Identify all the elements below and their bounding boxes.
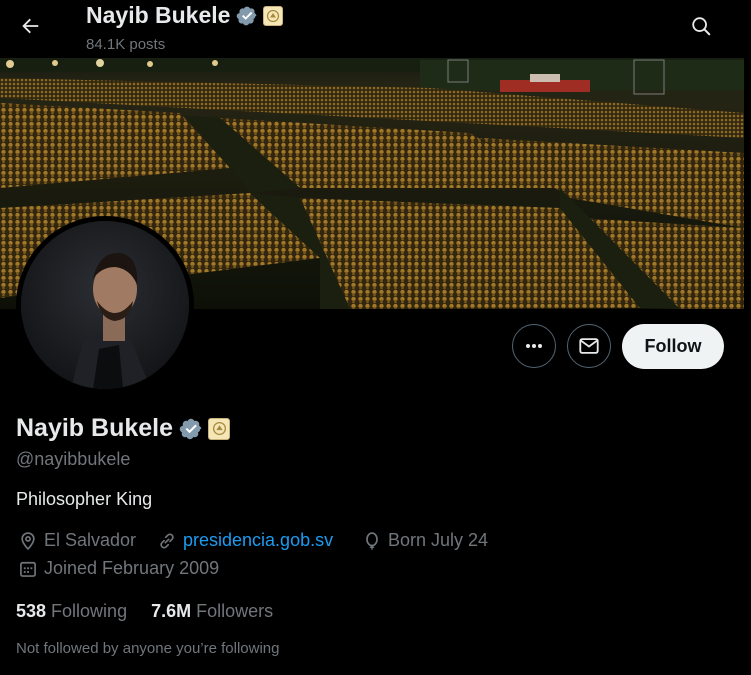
top-bar: Nayib Bukele 84.1K posts xyxy=(0,0,751,58)
back-arrow-icon xyxy=(22,18,39,34)
search-icon xyxy=(692,17,711,36)
header-title-row: Nayib Bukele xyxy=(86,2,284,29)
following-link[interactable]: 538 Following xyxy=(16,601,127,622)
profile-website: presidencia.gob.sv xyxy=(157,530,333,551)
search-button[interactable] xyxy=(684,9,718,43)
profile-bio: Philosopher King xyxy=(16,489,153,509)
avatar[interactable] xyxy=(21,221,189,389)
followers-count: 7.6M xyxy=(151,601,192,621)
following-label: Following xyxy=(51,601,128,621)
profile-birthday: Born July 24 xyxy=(362,530,488,551)
follow-button[interactable]: Follow xyxy=(622,324,724,369)
profile-joined: Joined February 2009 xyxy=(18,558,219,579)
profile-name-row: Nayib Bukele xyxy=(16,414,231,443)
link-icon xyxy=(160,532,174,549)
header-posts-count: 84.1K posts xyxy=(86,36,166,53)
more-button[interactable] xyxy=(512,324,556,368)
back-button[interactable] xyxy=(12,8,48,44)
verified-badge-icon[interactable] xyxy=(179,417,203,441)
message-button[interactable] xyxy=(567,324,611,368)
profile-stats: 538 Following 7.6M Followers xyxy=(16,601,297,622)
balloon-icon xyxy=(366,531,378,550)
message-icon xyxy=(579,338,599,354)
not-followed-note: Not followed by anyone you’re following xyxy=(16,640,280,657)
profile-name: Nayib Bukele xyxy=(16,414,174,442)
verified-badge-icon[interactable] xyxy=(236,5,258,27)
more-icon xyxy=(526,344,542,348)
profile-handle: @nayibbukele xyxy=(16,449,131,469)
location-icon xyxy=(21,531,35,550)
header-title: Nayib Bukele xyxy=(86,2,231,28)
profile-location: El Salvador xyxy=(18,530,136,551)
location-text: El Salvador xyxy=(44,530,137,550)
website-link[interactable]: presidencia.gob.sv xyxy=(183,530,333,551)
followers-link[interactable]: 7.6M Followers xyxy=(151,601,273,622)
affiliate-badge-icon[interactable] xyxy=(263,5,284,26)
joined-text: Joined February 2009 xyxy=(44,558,220,578)
affiliate-badge-icon[interactable] xyxy=(208,417,231,440)
followers-label: Followers xyxy=(196,601,274,621)
following-count: 538 xyxy=(16,601,47,621)
calendar-icon xyxy=(20,561,36,577)
birthday-text: Born July 24 xyxy=(388,530,489,550)
